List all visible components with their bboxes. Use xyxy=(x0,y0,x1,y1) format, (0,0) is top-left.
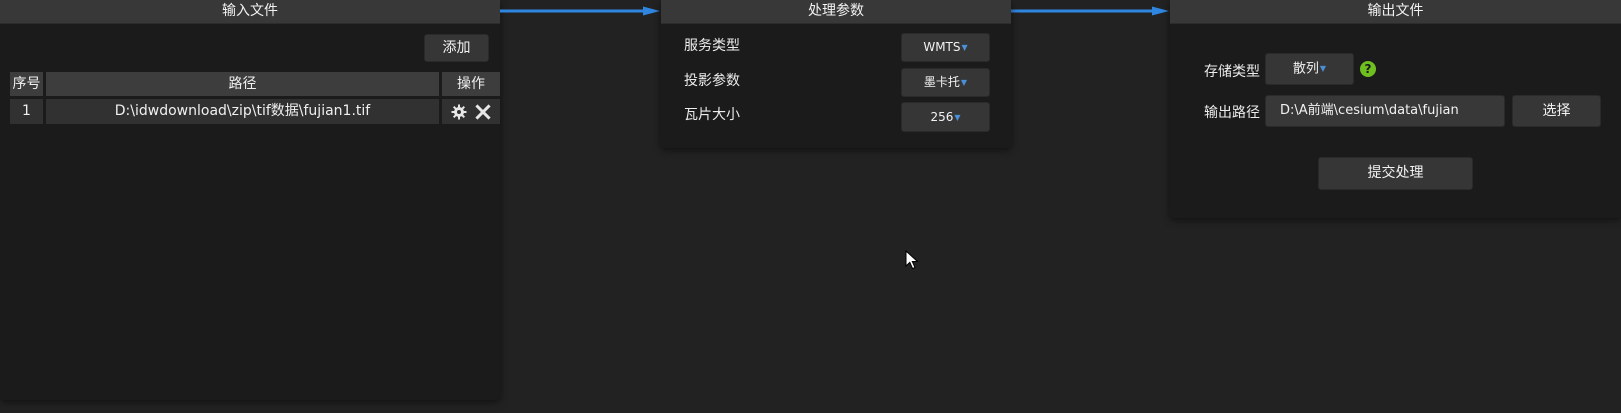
workflow-canvas: 输入文件 添加 序号 路径 操作 1 D:\idwdownload\zip\ti… xyxy=(0,0,1621,413)
tile-size-label: 瓦片大小 xyxy=(684,107,740,123)
close-icon[interactable] xyxy=(475,103,491,120)
projection-label: 投影参数 xyxy=(684,73,740,89)
params-panel-title: 处理参数 xyxy=(661,0,1011,24)
row-index: 1 xyxy=(10,99,43,124)
tile-size-value: 256 xyxy=(930,110,954,124)
tile-size-select[interactable]: 256▼ xyxy=(901,102,990,132)
choose-path-button[interactable]: 选择 xyxy=(1512,95,1601,127)
storage-type-label: 存储类型 xyxy=(1204,64,1260,80)
row-actions xyxy=(442,99,500,124)
storage-type-select[interactable]: 散列▼ xyxy=(1265,53,1354,85)
chevron-down-icon: ▼ xyxy=(960,78,968,87)
projection-value: 墨卡托 xyxy=(923,75,960,89)
column-header-path: 路径 xyxy=(46,72,439,96)
output-path-input[interactable]: D:\A前端\cesium\data\fujian xyxy=(1265,95,1505,127)
help-icon[interactable]: ? xyxy=(1360,61,1376,77)
service-type-label: 服务类型 xyxy=(684,38,740,54)
column-header-action: 操作 xyxy=(442,72,500,96)
flow-arrow-input-to-params xyxy=(500,6,660,16)
column-header-index: 序号 xyxy=(10,72,43,96)
storage-type-value: 散列 xyxy=(1292,61,1319,77)
processing-params-panel: 处理参数 服务类型 WMTS▼ 投影参数 墨卡托▼ 瓦片大小 256▼ xyxy=(661,0,1011,148)
chevron-down-icon: ▼ xyxy=(961,43,968,52)
input-files-panel: 输入文件 添加 序号 路径 操作 1 D:\idwdownload\zip\ti… xyxy=(0,0,500,400)
chevron-down-icon: ▼ xyxy=(954,112,961,122)
row-path: D:\idwdownload\zip\tif数据\fujian1.tif xyxy=(46,99,439,124)
input-panel-title: 输入文件 xyxy=(0,0,500,24)
output-panel-title: 输出文件 xyxy=(1170,0,1621,24)
service-type-select[interactable]: WMTS▼ xyxy=(901,33,990,62)
mouse-cursor-icon xyxy=(905,250,919,270)
gear-icon[interactable] xyxy=(451,104,467,120)
flow-arrow-params-to-output xyxy=(1011,6,1169,16)
output-path-label: 输出路径 xyxy=(1204,105,1260,121)
chevron-down-icon: ▼ xyxy=(1319,64,1327,73)
add-file-button[interactable]: 添加 xyxy=(424,34,489,62)
service-type-value: WMTS xyxy=(923,40,961,54)
submit-processing-button[interactable]: 提交处理 xyxy=(1318,157,1473,190)
projection-select[interactable]: 墨卡托▼ xyxy=(901,68,990,97)
output-files-panel: 输出文件 存储类型 散列▼ ? 输出路径 D:\A前端\cesium\data\… xyxy=(1170,0,1621,218)
